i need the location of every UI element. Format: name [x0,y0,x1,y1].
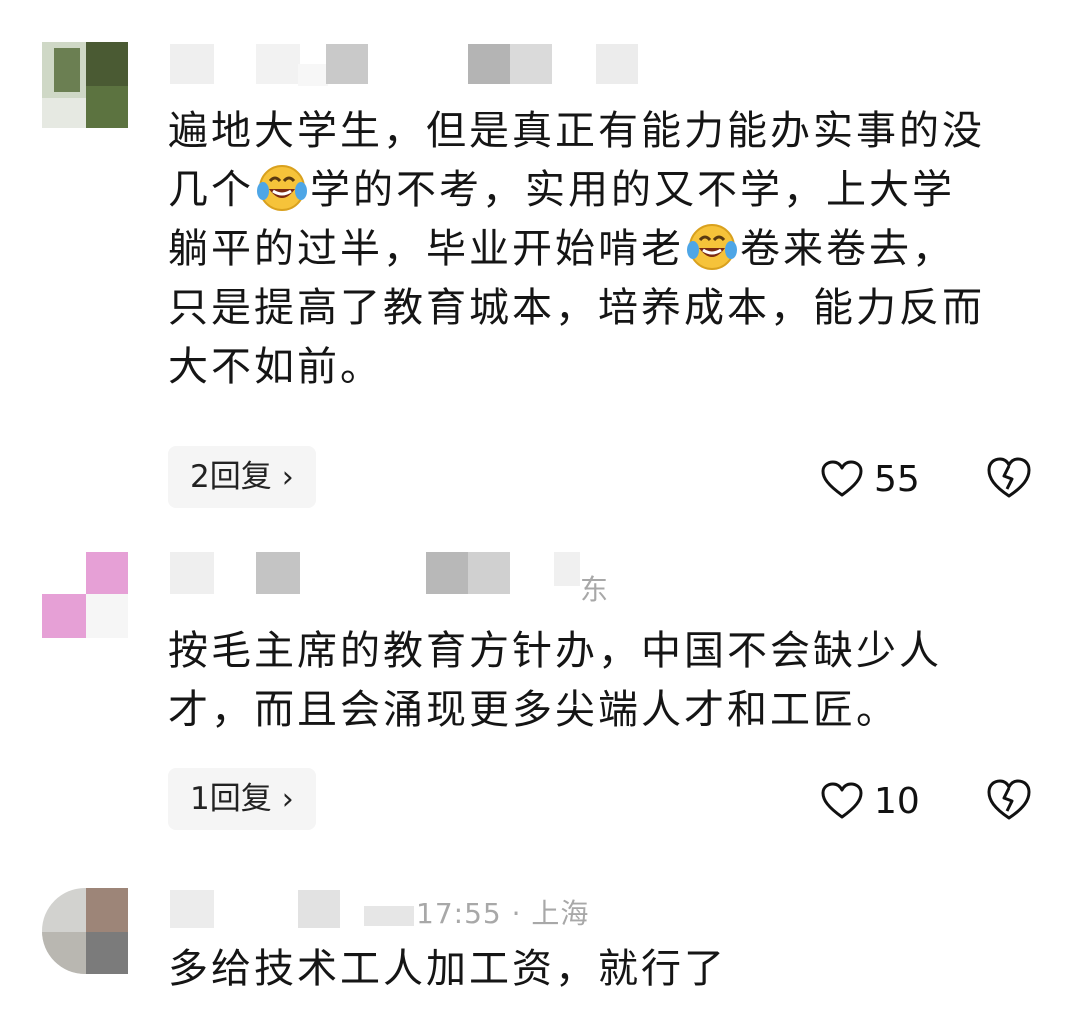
heart-outline-icon [821,782,863,819]
chevron-right-icon: › [281,460,294,495]
comment-line: 躺平的过半，毕业开始啃老 卷来卷去， [168,220,1048,279]
reply-count-button[interactable]: 2回复 › [168,446,316,508]
comment-line: 几个 学的不考，实用的又不学，上大学 [168,161,1048,220]
comment-text: 多给技术工人加工资，就行了 [168,940,1048,999]
comment-line: 才，而且会涌现更多尖端人才和工匠。 [168,687,899,733]
comment-line: 大不如前。 [168,344,383,390]
comment-line: 学的不考，实用的又不学，上大学 [310,167,955,213]
region-label: 东 [580,573,610,606]
avatar[interactable] [42,42,128,128]
broken-heart-icon[interactable] [986,778,1032,822]
like-button[interactable]: 10 [820,776,920,826]
comment-line: 只是提高了教育城本，培养成本，能力反而 [168,285,985,331]
comment-line: 多给技术工人加工资，就行了 [168,946,727,992]
comment-text: 按毛主席的教育方针办，中国不会缺少人 才，而且会涌现更多尖端人才和工匠。 [168,622,1048,740]
like-count: 55 [874,458,920,500]
avatar[interactable] [42,888,128,974]
like-count: 10 [874,780,920,822]
reply-count-label: 2回复 [190,459,272,495]
laughing-crying-emoji-icon [257,165,307,211]
reply-count-label: 1回复 [190,781,272,817]
reply-count-button[interactable]: 1回复 › [168,768,316,830]
heart-outline-icon [821,460,863,497]
like-button[interactable]: 55 [820,454,920,504]
comment-line: 卷来卷去， [740,226,955,272]
avatar[interactable] [42,552,128,638]
comment-line: 几个 [168,167,254,213]
chevron-right-icon: › [281,782,294,817]
comment-text: 遍地大学生，但是真正有能力能办实事的没 几个 学的不考，实用的又不学，上大学 躺… [168,102,1048,397]
comment-line: 遍地大学生，但是真正有能力能办实事的没 [168,108,985,154]
comment-line: 按毛主席的教育方针办，中国不会缺少人 [168,628,942,674]
comment-line: 躺平的过半，毕业开始啃老 [168,226,684,272]
timestamp-location: 17:55 · 上海 [416,897,590,930]
broken-heart-icon[interactable] [986,456,1032,500]
laughing-crying-emoji-icon [687,224,737,270]
